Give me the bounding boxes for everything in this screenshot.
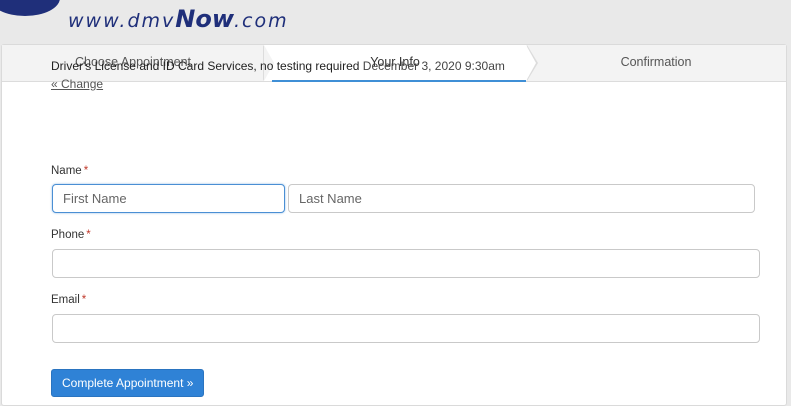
step-label: Confirmation [620, 55, 692, 69]
required-marker: * [86, 229, 91, 241]
required-marker: * [81, 294, 87, 306]
header: www.dmvNow.com [0, 0, 791, 45]
name-label: Name * [51, 165, 89, 177]
phone-input[interactable] [52, 249, 760, 278]
first-name-input[interactable] [52, 184, 285, 213]
required-marker: * [83, 165, 89, 177]
service-name: Driver's License and ID Card Services, n… [51, 59, 360, 73]
step-confirmation: Confirmation [526, 45, 786, 81]
step-divider [526, 45, 536, 81]
dmvnow-logo[interactable]: www.dmvNow.com [0, 0, 287, 40]
phone-label: Phone * [51, 229, 91, 241]
last-name-input[interactable] [288, 184, 755, 213]
change-appointment-link[interactable]: « Change [51, 77, 103, 91]
complete-appointment-button[interactable]: Complete Appointment » [51, 369, 205, 397]
email-input[interactable] [52, 314, 760, 343]
active-step-indicator [272, 80, 526, 82]
appointment-datetime: December 3, 2020 9:30am [362, 59, 505, 73]
logo-url: www.dmvNow.com [68, 5, 289, 33]
logo-swoosh [0, 0, 60, 16]
appointment-card: Choose Appointment Your Info Confirmatio… [1, 44, 787, 406]
email-label: Email * [51, 294, 87, 306]
appointment-summary: Driver's License and ID Card Services, n… [51, 59, 505, 73]
